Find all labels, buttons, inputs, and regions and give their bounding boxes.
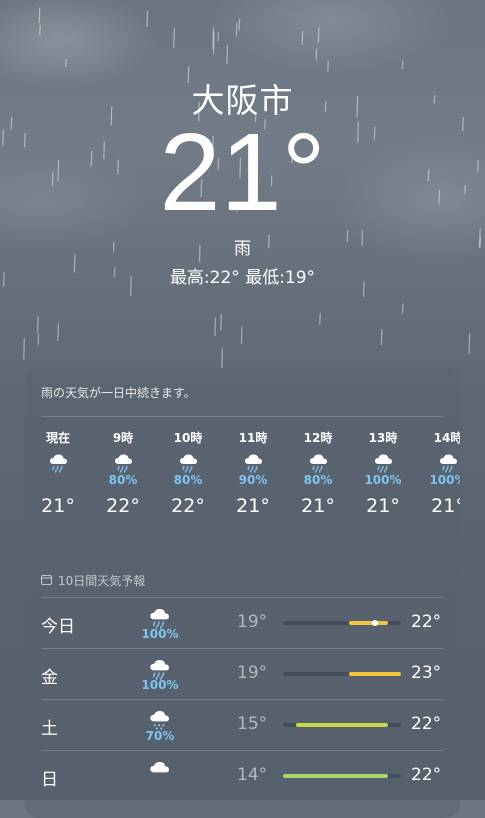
precip-chance: 100% — [141, 627, 179, 641]
hour-item: 14時 100% 21° — [421, 429, 460, 517]
high-temperature: 22° — [411, 612, 442, 632]
precip-chance: 80% — [303, 473, 333, 487]
precip-chance: 80% — [108, 473, 138, 487]
hour-temperature: 22° — [106, 495, 140, 517]
high-low: 最高:22° 最低:19° — [169, 268, 316, 288]
hour-temperature: 21° — [301, 495, 335, 517]
temperature-range-track — [283, 620, 401, 626]
weather-condition: 雨 — [234, 239, 251, 259]
low-temperature: 15° — [237, 714, 268, 734]
precip-chance: 100% — [141, 678, 179, 692]
hour-item: 11時 90% 21° — [226, 429, 280, 517]
hour-temperature: 21° — [236, 495, 270, 517]
hour-temperature: 21° — [431, 495, 460, 517]
day-label: 今日 — [41, 617, 75, 637]
high-temperature: 22° — [411, 714, 442, 734]
low-temperature: 19° — [237, 663, 268, 683]
ten-day-forecast-card[interactable]: 10日間天気予報 今日 100% 19° 22° 金 100% 19° 23° 土 70% 15° 2… — [25, 558, 460, 818]
hour-item: 現在 21° — [31, 429, 85, 517]
precip-chance: 100% — [429, 473, 460, 487]
hour-temperature: 21° — [41, 495, 75, 517]
precip-chance: 80% — [173, 473, 203, 487]
hour-label: 現在 — [45, 431, 70, 445]
temperature-range-bar — [283, 774, 388, 778]
temperature-range-bar — [296, 723, 388, 727]
temperature-range-track — [283, 774, 401, 778]
rain-cloud-icon — [31, 449, 85, 473]
day-label: 日 — [41, 770, 58, 790]
hour-label: 12時 — [303, 431, 333, 445]
hour-item: 13時 100% 21° — [356, 429, 410, 517]
rain-cloud-icon — [226, 449, 280, 473]
day-label: 金 — [41, 668, 58, 688]
forecast-row[interactable]: 日 14° 22° — [25, 751, 460, 802]
temperature-range-bar — [348, 621, 388, 625]
hour-temperature: 21° — [366, 495, 400, 517]
calendar-icon — [41, 574, 52, 588]
precip-chance: 70% — [145, 729, 175, 743]
hourly-summary: 雨の天気が一日中続きます。 — [41, 386, 196, 400]
low-temperature: 19° — [237, 612, 268, 632]
current-temperature-dot — [371, 620, 378, 626]
hourly-forecast-card[interactable]: 雨の天気が一日中続きます。 現在 21° 9時 80% 22° 10時 80% 22° 11時 9… — [25, 368, 460, 543]
high-temperature: 23° — [411, 663, 442, 683]
hour-item: 12時 80% 21° — [291, 429, 345, 517]
current-temperature: 21° — [159, 111, 326, 234]
high-temperature: 22° — [411, 765, 442, 785]
rain-cloud-icon — [291, 449, 345, 473]
hour-label: 9時 — [112, 431, 134, 445]
rain-cloud-icon — [356, 449, 410, 473]
current-weather: 大阪市 21° 雨 最高:22° 最低:19° — [0, 80, 485, 288]
hour-item: 10時 80% 22° — [161, 429, 215, 517]
day-label: 土 — [41, 719, 58, 739]
temperature-range-track — [283, 672, 401, 676]
forecast-title: 10日間天気予報 — [58, 574, 146, 588]
hour-label: 10時 — [173, 431, 203, 445]
low-temperature: 14° — [237, 765, 268, 785]
hourly-scroll[interactable]: 現在 21° 9時 80% 22° 10時 80% 22° 11時 90% 21° 12時 80% 21°… — [25, 417, 460, 535]
hour-label: 11時 — [238, 431, 268, 445]
rain-cloud-icon — [421, 449, 460, 473]
forecast-row[interactable]: 金 100% 19° 23° — [25, 649, 460, 700]
rain-cloud-icon — [96, 449, 150, 473]
hour-item: 9時 80% 22° — [96, 429, 150, 517]
temperature-range-track — [283, 723, 401, 727]
forecast-row[interactable]: 今日 100% 19° 22° — [25, 598, 460, 649]
hour-label: 14時 — [433, 431, 460, 445]
cloud-icon — [143, 757, 177, 786]
hour-temperature: 22° — [171, 495, 205, 517]
hour-label: 13時 — [368, 431, 398, 445]
precip-chance — [31, 473, 85, 489]
forecast-row[interactable]: 土 70% 15° 22° — [25, 700, 460, 751]
forecast-header: 10日間天気予報 — [25, 558, 460, 597]
precip-chance: 100% — [364, 473, 402, 487]
rain-cloud-icon — [161, 449, 215, 473]
precip-chance: 90% — [238, 473, 268, 487]
temperature-range-bar — [348, 672, 401, 676]
